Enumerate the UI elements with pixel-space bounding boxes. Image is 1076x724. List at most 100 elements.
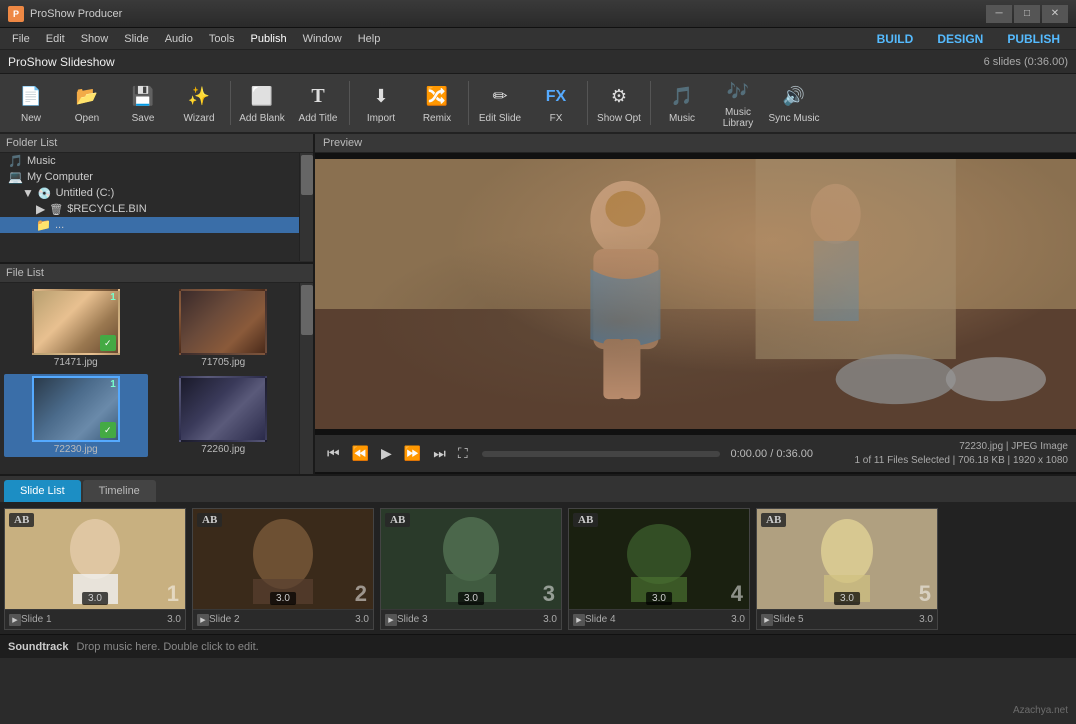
show-opt-icon: ⚙ [605, 83, 633, 111]
menu-slide[interactable]: Slide [116, 28, 156, 49]
folder-recycle[interactable]: ▶ 🗑 $RECYCLE.BIN [0, 201, 299, 217]
slide-item-1[interactable]: AB 3.0 1 ▶ Slide 1 3.0 [4, 508, 186, 630]
file-thumb-72230[interactable]: ✓ 1 72230.jpg [4, 374, 148, 457]
folder-music[interactable]: 🎵 Music [0, 153, 299, 169]
tab-slide-list[interactable]: Slide List [4, 480, 81, 502]
folder-list-section: Folder List 🎵 Music 💻 My Computer ▼ 💿 Un… [0, 134, 313, 264]
save-label: Save [132, 113, 155, 124]
wizard-label: Wizard [183, 113, 214, 124]
save-button[interactable]: 💾 Save [116, 76, 170, 130]
slide-item-2[interactable]: AB 3.0 2 ▶ Slide 2 3.0 [192, 508, 374, 630]
slide-ab-badge-5: AB [761, 513, 786, 527]
drive-icon: ▼ [22, 186, 34, 200]
folder-c-drive[interactable]: ▼ 💿 Untitled (C:) [0, 185, 299, 201]
transport-end[interactable]: ⏭ [429, 443, 450, 464]
slide-item-5[interactable]: AB 3.0 5 ▶ Slide 5 3.0 [756, 508, 938, 630]
folder-my-computer[interactable]: 💻 My Computer [0, 169, 299, 185]
slide-footer-dur-3: 3.0 [543, 614, 557, 625]
edit-slide-label: Edit Slide [479, 113, 521, 124]
slide-dur-5: 3.0 [834, 592, 860, 605]
transport-start[interactable]: ⏮ [323, 443, 344, 464]
transport-next-frame[interactable]: ⏩ [400, 443, 425, 464]
new-label: New [21, 113, 41, 124]
folder-scrollbar[interactable] [299, 153, 313, 261]
menu-publish[interactable]: Publish [243, 28, 295, 49]
wizard-button[interactable]: ✨ Wizard [172, 76, 226, 130]
remix-icon: 🔀 [423, 83, 451, 111]
file-thumb-72260[interactable]: 72260.jpg [152, 374, 296, 457]
computer-icon: 💻 [8, 170, 23, 184]
design-mode-button[interactable]: DESIGN [925, 30, 995, 48]
publish-mode-button[interactable]: PUBLISH [995, 30, 1072, 48]
menu-tools[interactable]: Tools [201, 28, 243, 49]
menu-show[interactable]: Show [73, 28, 117, 49]
slide-ab-badge-3: AB [385, 513, 410, 527]
remix-button[interactable]: 🔀 Remix [410, 76, 464, 130]
file-list-section: File List ✓ 1 71471.jpg 71705.jpg [0, 264, 313, 474]
slide-thumb-3: AB 3.0 3 [381, 509, 561, 609]
import-button[interactable]: ⬇ Import [354, 76, 408, 130]
menu-audio[interactable]: Audio [157, 28, 201, 49]
soundtrack-label: Soundtrack [8, 641, 69, 653]
sync-music-button[interactable]: 🔊 Sync Music [767, 76, 821, 130]
menu-window[interactable]: Window [295, 28, 350, 49]
open-button[interactable]: 📂 Open [60, 76, 114, 130]
add-title-label: Add Title [299, 113, 338, 124]
slide-play-2[interactable]: ▶ [197, 614, 209, 626]
maximize-button[interactable]: □ [1014, 5, 1040, 23]
sync-music-icon: 🔊 [780, 83, 808, 111]
add-blank-button[interactable]: ⬜ Add Blank [235, 76, 289, 130]
slide-footer-dur-4: 3.0 [731, 614, 745, 625]
file-scrollbar[interactable] [299, 283, 313, 474]
add-blank-label: Add Blank [239, 113, 285, 124]
add-title-button[interactable]: T Add Title [291, 76, 345, 130]
slide-play-3[interactable]: ▶ [385, 614, 397, 626]
menu-help[interactable]: Help [350, 28, 389, 49]
tab-timeline[interactable]: Timeline [83, 480, 156, 502]
app-icon: P [8, 6, 24, 22]
slide-play-5[interactable]: ▶ [761, 614, 773, 626]
minimize-button[interactable]: ─ [986, 5, 1012, 23]
toolbar-separator-3 [468, 81, 469, 125]
transport-fullscreen[interactable]: ⛶ [454, 443, 472, 464]
slide-count: 6 slides (0:36.00) [984, 56, 1068, 68]
new-button[interactable]: 📄 New [4, 76, 58, 130]
sync-music-label: Sync Music [768, 113, 819, 124]
slide-item-4[interactable]: AB 3.0 4 ▶ Slide 4 3.0 [568, 508, 750, 630]
show-opt-button[interactable]: ⚙ Show Opt [592, 76, 646, 130]
app-title-bar: ProShow Slideshow 6 slides (0:36.00) [0, 50, 1076, 74]
file-info-name: 72230.jpg | JPEG Image [959, 441, 1068, 452]
music-icon: 🎵 [668, 83, 696, 111]
build-mode-button[interactable]: BUILD [865, 30, 926, 48]
edit-slide-button[interactable]: ✏ Edit Slide [473, 76, 527, 130]
close-button[interactable]: ✕ [1042, 5, 1068, 23]
file-scroll-thumb[interactable] [301, 285, 313, 335]
file-thumb-71471[interactable]: ✓ 1 71471.jpg [4, 287, 148, 370]
time-display: 0:00.00 / 0:36.00 [730, 448, 850, 460]
add-title-icon: T [304, 83, 332, 111]
menu-file[interactable]: File [4, 28, 38, 49]
slide-ab-badge-2: AB [197, 513, 222, 527]
file-list-header: File List [0, 264, 313, 283]
music-library-button[interactable]: 🎶 Music Library [711, 76, 765, 130]
title-text: ProShow Producer [30, 8, 986, 20]
progress-bar[interactable] [482, 451, 721, 457]
slide-name-5: Slide 5 [773, 614, 915, 625]
slide-name-3: Slide 3 [397, 614, 539, 625]
folder-scroll-area: 🎵 Music 💻 My Computer ▼ 💿 Untitled (C:) … [0, 153, 313, 261]
file-thumb-71705[interactable]: 71705.jpg [152, 287, 296, 370]
fx-button[interactable]: FX FX [529, 76, 583, 130]
folder-selected[interactable]: 📁 ... [0, 217, 299, 233]
slide-dur-2: 3.0 [270, 592, 296, 605]
slide-play-1[interactable]: ▶ [9, 614, 21, 626]
music-button[interactable]: 🎵 Music [655, 76, 709, 130]
slide-item-3[interactable]: AB 3.0 3 ▶ Slide 3 3.0 [380, 508, 562, 630]
transport-prev[interactable]: ⏪ [348, 443, 373, 464]
transport-play[interactable]: ▶ [377, 443, 396, 464]
slide-dur-1: 3.0 [82, 592, 108, 605]
preview-image-area [315, 153, 1076, 434]
folder-scroll-thumb[interactable] [301, 155, 313, 195]
slide-play-4[interactable]: ▶ [573, 614, 585, 626]
menu-edit[interactable]: Edit [38, 28, 73, 49]
thumb-image-71705 [179, 289, 267, 355]
